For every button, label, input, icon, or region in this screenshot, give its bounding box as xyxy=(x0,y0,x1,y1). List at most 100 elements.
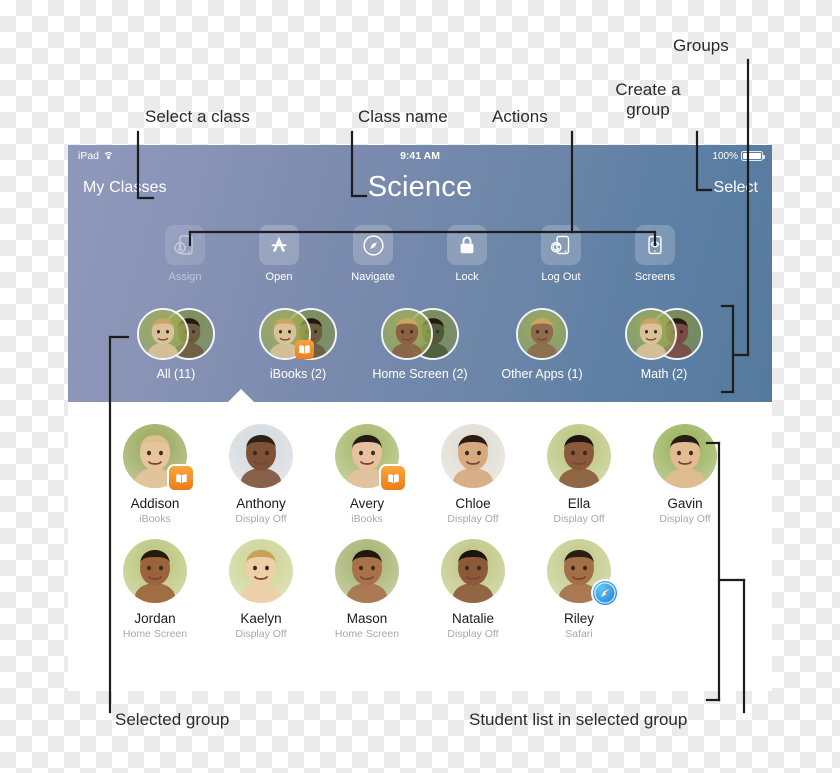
annotation-create-a-group-line1: Create a xyxy=(615,80,681,99)
avatar xyxy=(123,539,187,603)
student-avatar-wrap xyxy=(441,424,505,488)
toolbar-button-screens[interactable]: Screens xyxy=(625,225,685,283)
student-card-kaelyn[interactable]: Kaelyn Display Off xyxy=(208,539,314,640)
avatar xyxy=(229,539,293,603)
student-status: iBooks xyxy=(139,513,171,525)
student-avatar-wrap xyxy=(229,424,293,488)
student-status: Display Off xyxy=(235,628,287,640)
student-status: Home Screen xyxy=(334,628,400,640)
toolbar-button-lock[interactable]: Lock xyxy=(437,225,497,283)
student-avatar-wrap xyxy=(335,539,399,603)
toolbar-button-navigate[interactable]: Navigate xyxy=(343,225,403,283)
student-avatar-wrap xyxy=(441,539,505,603)
groups-strip: All (11) iBooks (2) Home Screen (2) Othe… xyxy=(68,308,772,381)
student-status: Safari xyxy=(565,628,593,640)
student-name: Natalie xyxy=(451,611,495,626)
student-card-anthony[interactable]: Anthony Display Off xyxy=(208,424,314,525)
annotation-class-name: Class name xyxy=(358,107,448,126)
toolbar-button-label: Navigate xyxy=(351,271,395,283)
student-avatar-wrap xyxy=(123,424,193,490)
student-avatar-wrap xyxy=(123,539,187,603)
student-name: Riley xyxy=(563,611,594,626)
safari-badge-icon xyxy=(593,581,617,605)
student-name: Ella xyxy=(567,496,591,511)
group-item-label: All (11) xyxy=(156,367,196,381)
group-item-home[interactable]: Home Screen (2) xyxy=(359,308,481,381)
annotation-actions: Actions xyxy=(492,107,548,126)
student-avatar-wrap xyxy=(547,424,611,488)
assign-icon xyxy=(165,225,205,265)
eye-screen-icon xyxy=(635,225,675,265)
avatar xyxy=(335,539,399,603)
group-item-all[interactable]: All (11) xyxy=(115,308,237,381)
annotation-create-a-group-line2: group xyxy=(626,99,670,119)
appstore-icon xyxy=(259,225,299,265)
group-avatar-stack xyxy=(381,308,459,360)
student-avatar-wrap xyxy=(335,424,405,490)
annotation-student-list: Student list in selected group xyxy=(469,710,688,729)
student-name: Jordan xyxy=(134,611,176,626)
group-avatar-primary xyxy=(381,308,433,360)
actions-toolbar: Assign Open Navigate Lock Log Out Screen… xyxy=(68,225,772,283)
status-bar: iPad 9:41 AM 100% xyxy=(68,145,772,167)
selected-group-caret xyxy=(228,389,254,402)
annotation-create-a-group: Create a group xyxy=(598,80,698,119)
group-item-math[interactable]: Math (2) xyxy=(603,308,725,381)
compass-icon xyxy=(353,225,393,265)
status-bar-right: 100% xyxy=(712,150,765,162)
student-status: Display Off xyxy=(659,513,711,525)
toolbar-button-assign: Assign xyxy=(155,225,215,283)
student-card-ella[interactable]: Ella Display Off xyxy=(526,424,632,525)
student-card-addison[interactable]: Addison iBooks xyxy=(102,424,208,525)
ipad-screen: iPad 9:41 AM 100% My Classes Science Sel… xyxy=(68,145,772,691)
battery-percent-label: 100% xyxy=(712,150,738,162)
student-card-avery[interactable]: Avery iBooks xyxy=(314,424,420,525)
battery-icon xyxy=(741,151,765,161)
group-avatar-stack xyxy=(137,308,215,360)
student-status: Display Off xyxy=(447,513,499,525)
student-card-jordan[interactable]: Jordan Home Screen xyxy=(102,539,208,640)
group-item-label: Other Apps (1) xyxy=(501,367,583,381)
avatar xyxy=(229,424,293,488)
ibooks-badge-icon xyxy=(381,466,405,490)
student-status: iBooks xyxy=(351,513,383,525)
toolbar-button-label: Screens xyxy=(634,271,676,283)
student-name: Chloe xyxy=(455,496,491,511)
toolbar-button-label: Lock xyxy=(455,271,479,283)
student-status: Display Off xyxy=(447,628,499,640)
group-item-ibooks[interactable]: iBooks (2) xyxy=(237,308,359,381)
toolbar-button-label: Assign xyxy=(168,271,202,283)
student-grid: Addison iBooks Anthony Display Off Avery… xyxy=(68,402,772,640)
group-avatar-primary xyxy=(137,308,189,360)
student-card-mason[interactable]: Mason Home Screen xyxy=(314,539,420,640)
student-status: Home Screen xyxy=(122,628,188,640)
annotation-select-a-class: Select a class xyxy=(145,107,250,126)
group-avatar-primary xyxy=(516,308,568,360)
group-avatar-stack xyxy=(503,308,581,360)
group-badge-ibooks-icon xyxy=(295,340,314,359)
avatar xyxy=(441,424,505,488)
student-name: Mason xyxy=(346,611,388,626)
student-status: Display Off xyxy=(553,513,605,525)
student-avatar-wrap xyxy=(547,539,617,605)
student-avatar-wrap xyxy=(229,539,293,603)
student-card-natalie[interactable]: Natalie Display Off xyxy=(420,539,526,640)
student-card-chloe[interactable]: Chloe Display Off xyxy=(420,424,526,525)
student-name: Avery xyxy=(349,496,385,511)
ibooks-badge-icon xyxy=(169,466,193,490)
lock-icon xyxy=(447,225,487,265)
toolbar-button-label: Log Out xyxy=(541,271,581,283)
group-item-other[interactable]: Other Apps (1) xyxy=(481,308,603,381)
group-item-label: Home Screen (2) xyxy=(372,367,468,381)
student-avatar-wrap xyxy=(653,424,717,488)
avatar xyxy=(547,424,611,488)
toolbar-button-open[interactable]: Open xyxy=(249,225,309,283)
toolbar-button-log-out[interactable]: Log Out xyxy=(531,225,591,283)
student-card-riley[interactable]: Riley Safari xyxy=(526,539,632,640)
student-name: Anthony xyxy=(236,496,286,511)
toolbar-button-label: Open xyxy=(265,271,293,283)
select-button[interactable]: Select xyxy=(714,179,758,197)
group-avatar-primary xyxy=(625,308,677,360)
group-avatar-stack xyxy=(625,308,703,360)
student-card-gavin[interactable]: Gavin Display Off xyxy=(632,424,738,525)
